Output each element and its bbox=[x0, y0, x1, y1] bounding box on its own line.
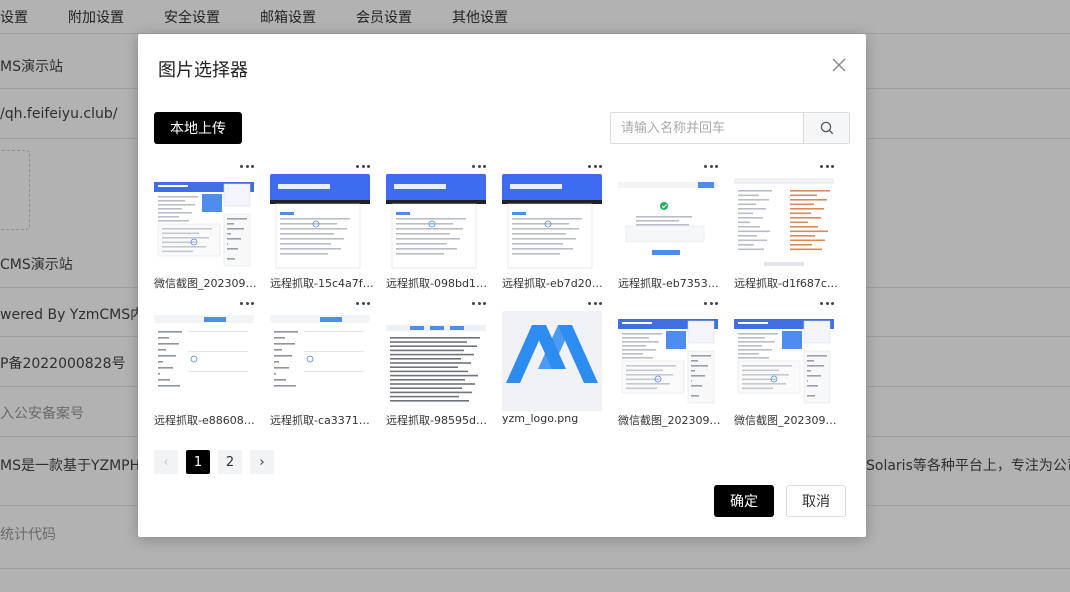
more-options-icon[interactable] bbox=[588, 161, 602, 171]
image-card[interactable]: 远程抓取-ca33717e... bbox=[270, 298, 374, 427]
image-filename: 远程抓取-eb7d20ce... bbox=[502, 277, 606, 290]
local-upload-button[interactable]: 本地上传 bbox=[154, 112, 242, 144]
image-card[interactable]: 远程抓取-98595d45... bbox=[386, 298, 490, 427]
more-options-icon[interactable] bbox=[820, 298, 834, 308]
search-box bbox=[610, 112, 850, 144]
next-page-button[interactable]: › bbox=[250, 450, 274, 474]
image-card[interactable]: 远程抓取-eb73531... bbox=[618, 161, 722, 290]
image-card[interactable]: yzm_logo.png bbox=[502, 299, 602, 425]
image-filename: 微信截图_20230910... bbox=[618, 414, 722, 427]
image-thumbnail[interactable] bbox=[734, 174, 834, 274]
image-filename: 微信截图_20230910... bbox=[734, 414, 838, 427]
image-filename: 远程抓取-eb73531... bbox=[618, 277, 722, 290]
more-options-icon[interactable] bbox=[820, 161, 834, 171]
image-filename: 远程抓取-e88608e2... bbox=[154, 414, 258, 427]
more-options-icon[interactable] bbox=[240, 161, 254, 171]
image-thumbnail[interactable] bbox=[502, 311, 602, 411]
more-options-icon[interactable] bbox=[588, 298, 602, 308]
image-thumbnail[interactable] bbox=[386, 311, 486, 411]
image-card[interactable]: 远程抓取-d1f687c7... bbox=[734, 161, 838, 290]
page-1-button[interactable]: 1 bbox=[186, 450, 210, 474]
image-thumbnail[interactable] bbox=[270, 174, 370, 274]
image-thumbnail[interactable] bbox=[502, 174, 602, 274]
more-options-icon[interactable] bbox=[356, 161, 370, 171]
search-icon bbox=[820, 121, 833, 135]
cancel-button[interactable]: 取消 bbox=[786, 485, 846, 517]
pagination: ‹ 1 2 › bbox=[154, 450, 274, 474]
image-thumbnail[interactable] bbox=[154, 311, 254, 411]
close-button[interactable] bbox=[828, 54, 850, 76]
image-filename: 远程抓取-098bd18... bbox=[386, 277, 490, 290]
more-options-icon[interactable] bbox=[356, 298, 370, 308]
dialog-title: 图片选择器 bbox=[158, 60, 248, 81]
image-card[interactable]: 远程抓取-e88608e2... bbox=[154, 298, 258, 427]
page-2-button[interactable]: 2 bbox=[218, 450, 242, 474]
image-filename: yzm_logo.png bbox=[502, 412, 579, 425]
image-filename: 远程抓取-ca33717e... bbox=[270, 414, 374, 427]
image-thumbnail[interactable] bbox=[618, 311, 718, 411]
more-options-icon[interactable] bbox=[704, 161, 718, 171]
confirm-button[interactable]: 确定 bbox=[714, 485, 774, 517]
image-filename: 远程抓取-d1f687c7... bbox=[734, 277, 838, 290]
image-card[interactable]: 微信截图_20230910... bbox=[618, 298, 722, 427]
search-input[interactable] bbox=[611, 113, 804, 143]
image-picker-dialog: 图片选择器 本地上传 微信截图_20230910... 远程抓取-15c4a7f5… bbox=[138, 34, 866, 537]
image-thumbnail[interactable] bbox=[154, 174, 254, 274]
image-filename: 远程抓取-98595d45... bbox=[386, 414, 490, 427]
image-card[interactable]: 远程抓取-098bd18... bbox=[386, 161, 490, 290]
prev-page-button: ‹ bbox=[154, 450, 178, 474]
image-card[interactable]: 远程抓取-eb7d20ce... bbox=[502, 161, 606, 290]
image-filename: 微信截图_20230910... bbox=[154, 277, 258, 290]
image-card[interactable]: 微信截图_20230910... bbox=[734, 298, 838, 427]
image-card[interactable]: 远程抓取-15c4a7f5... bbox=[270, 161, 374, 290]
more-options-icon[interactable] bbox=[704, 298, 718, 308]
image-thumbnail[interactable] bbox=[386, 174, 486, 274]
more-options-icon[interactable] bbox=[472, 161, 486, 171]
more-options-icon[interactable] bbox=[472, 298, 486, 308]
image-thumbnail[interactable] bbox=[734, 311, 834, 411]
image-thumbnail[interactable] bbox=[618, 174, 718, 274]
more-options-icon[interactable] bbox=[240, 298, 254, 308]
image-thumbnail[interactable] bbox=[270, 311, 370, 411]
image-card[interactable]: 微信截图_20230910... bbox=[154, 161, 258, 290]
image-filename: 远程抓取-15c4a7f5... bbox=[270, 277, 374, 290]
search-button[interactable] bbox=[803, 113, 849, 143]
close-icon bbox=[832, 58, 846, 72]
